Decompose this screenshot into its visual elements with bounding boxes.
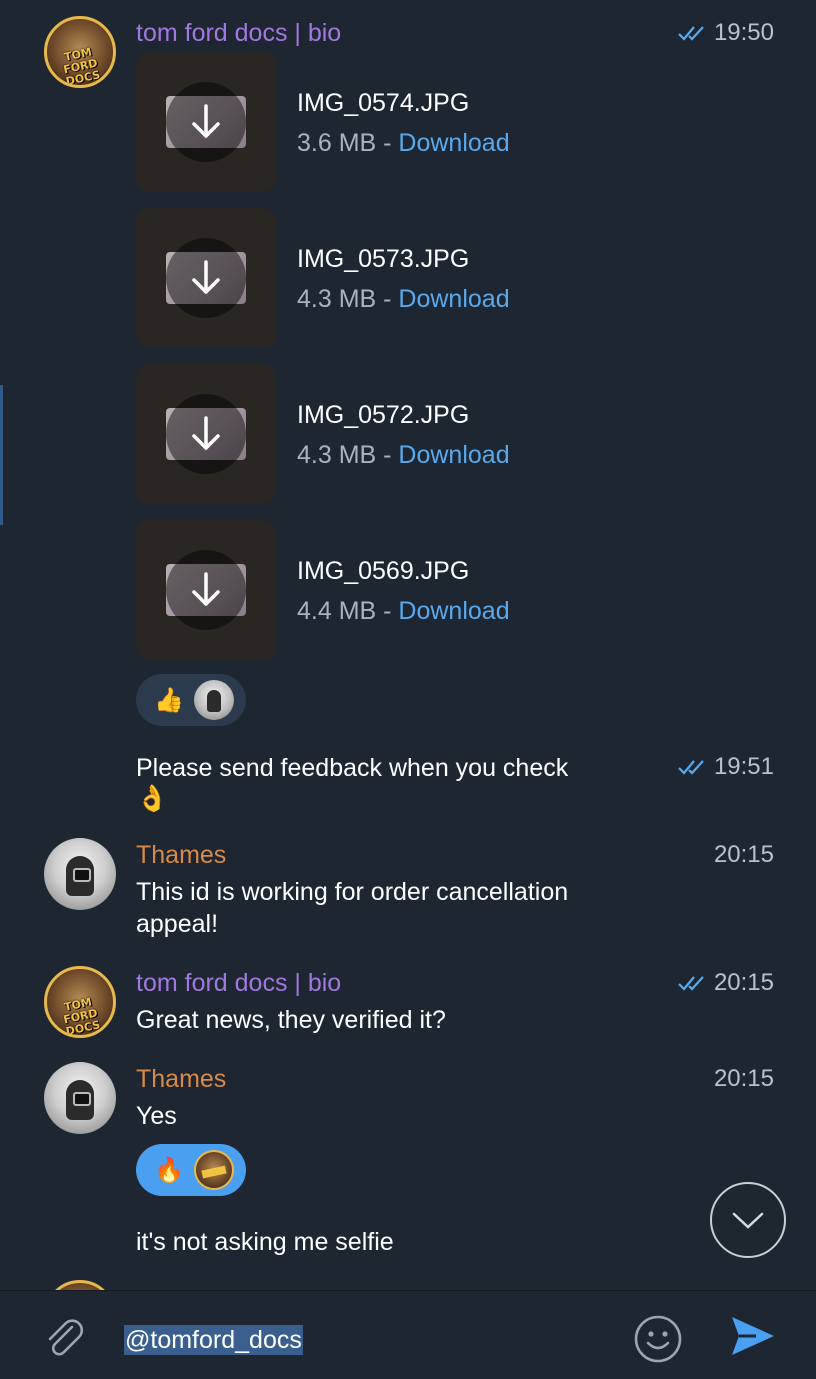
file-meta-separator: -	[376, 129, 399, 157]
sender-name[interactable]: tom ford docs | bio	[136, 968, 341, 998]
download-link[interactable]: Download	[398, 285, 509, 313]
reaction-fire[interactable]: 🔥	[136, 1144, 246, 1196]
ok-hand-icon: 👌	[136, 784, 169, 814]
file-name: IMG_0572.JPG	[297, 401, 470, 429]
avatar-camera	[73, 868, 91, 882]
file-thumbnail[interactable]	[136, 52, 276, 192]
download-icon[interactable]	[166, 550, 246, 630]
file-size: 4.3 MB	[297, 285, 377, 313]
double-check-icon	[678, 26, 704, 41]
message-time: 20:15	[714, 840, 774, 870]
avatar-camera	[73, 1092, 91, 1106]
chat-history[interactable]: TOM FORD DOCS tom ford docs | bio 19:50 …	[0, 0, 816, 1290]
file-meta: 3.6 MB - Download	[297, 128, 510, 158]
download-link[interactable]: Download	[398, 129, 509, 157]
download-icon[interactable]	[166, 238, 246, 318]
avatar-tomford[interactable]: TOM FORD DOCS	[44, 16, 116, 88]
chevron-down-icon	[732, 1212, 764, 1229]
scroll-indicator	[0, 385, 3, 525]
file-meta-separator: -	[376, 441, 399, 469]
file-name: IMG_0574.JPG	[297, 89, 470, 117]
time-label: 20:15	[713, 841, 774, 868]
scroll-to-bottom-button[interactable]	[710, 1182, 786, 1258]
message-time: 19:50	[678, 18, 774, 48]
message-text: Great news, they verified it?	[136, 1006, 446, 1034]
avatar-thames[interactable]	[44, 838, 116, 910]
time-label: 19:50	[713, 19, 774, 46]
paperclip-icon[interactable]	[40, 1313, 88, 1361]
message-text: it's not asking me selfie	[136, 1228, 394, 1256]
message-text: This id is working for order cancellatio…	[136, 878, 569, 906]
message-time: 19:51	[678, 752, 774, 782]
reactor-avatar	[194, 680, 234, 720]
time-label: 20:15	[713, 1065, 774, 1092]
avatar-thames[interactable]	[44, 1062, 116, 1134]
send-icon[interactable]	[728, 1313, 778, 1359]
fire-icon: 🔥	[154, 1156, 184, 1184]
file-meta-separator: -	[376, 597, 399, 625]
message-time: 20:15	[678, 968, 774, 998]
file-meta-separator: -	[376, 285, 399, 313]
file-meta: 4.3 MB - Download	[297, 284, 510, 314]
reaction-thumbs-up[interactable]: 👍	[136, 674, 246, 726]
file-size: 3.6 MB	[297, 129, 377, 157]
file-thumbnail[interactable]	[136, 208, 276, 348]
avatar-logo: TOM FORD DOCS	[62, 995, 102, 1038]
sender-name[interactable]: Thames	[136, 840, 226, 870]
file-thumbnail[interactable]	[136, 520, 276, 660]
file-name: IMG_0573.JPG	[297, 245, 470, 273]
message-input[interactable]: @tomford_docs	[124, 1325, 303, 1355]
file-thumbnail[interactable]	[136, 364, 276, 504]
file-name: IMG_0569.JPG	[297, 557, 470, 585]
download-icon[interactable]	[166, 394, 246, 474]
file-size: 4.4 MB	[297, 597, 377, 625]
time-label: 20:15	[713, 969, 774, 996]
message-time: 20:15	[714, 1064, 774, 1094]
file-size: 4.3 MB	[297, 441, 377, 469]
avatar-tomford[interactable]: TOM FORD DOCS	[44, 966, 116, 1038]
message-text: appeal!	[136, 910, 219, 938]
message-text: Please send feedback when you check	[136, 754, 569, 782]
file-meta: 4.3 MB - Download	[297, 440, 510, 470]
avatar-tomford[interactable]	[44, 1280, 116, 1290]
avatar-logo: TOM FORD DOCS	[62, 45, 102, 88]
double-check-icon	[678, 760, 704, 775]
sender-name[interactable]: Thames	[136, 1064, 226, 1094]
double-check-icon	[678, 976, 704, 991]
message-text: Yes	[136, 1102, 177, 1130]
download-link[interactable]: Download	[398, 597, 509, 625]
sender-name[interactable]: tom ford docs | bio	[136, 18, 341, 48]
time-label: 19:51	[713, 753, 774, 780]
reactor-avatar	[194, 1150, 234, 1190]
composer-bar: @tomford_docs	[0, 1290, 816, 1379]
download-link[interactable]: Download	[398, 441, 509, 469]
file-meta: 4.4 MB - Download	[297, 596, 510, 626]
smiley-icon[interactable]	[632, 1313, 684, 1365]
download-icon[interactable]	[166, 82, 246, 162]
thumbs-up-icon: 👍	[154, 686, 184, 714]
